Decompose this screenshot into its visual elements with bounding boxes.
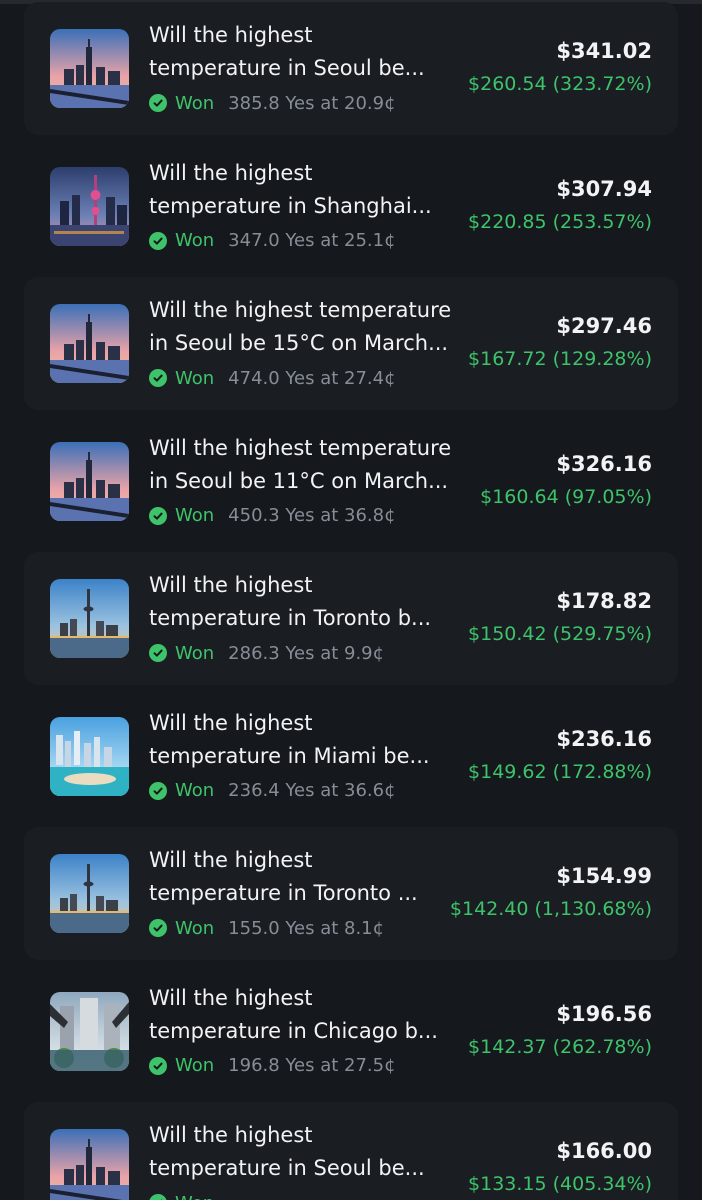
status-label: Won: [175, 642, 215, 664]
shares-detail: 385.8 Yes at 20.9¢: [228, 92, 396, 114]
position-value: $196.56: [556, 1001, 652, 1026]
position-row[interactable]: Will the highest temperature in Miami be.…: [24, 690, 678, 823]
check-circle-icon: [149, 369, 167, 387]
market-title-line-2: temperature in Toronto b...: [149, 606, 432, 630]
position-meta: Won 385.8 Yes at 20.9¢: [149, 91, 396, 115]
market-title-line-1: Will the highest: [149, 160, 313, 185]
status-label: Won: [175, 780, 215, 801]
market-title-line-1: Will the highest: [149, 710, 313, 735]
market-title-line-2: in Seoul be 15°C on March...: [149, 331, 449, 355]
market-title-line-2: temperature in Chicago b...: [149, 1018, 438, 1043]
profit-loss: $160.64 (97.05%): [480, 485, 652, 508]
market-title-line-2: temperature in Shanghai...: [149, 193, 432, 218]
profit-loss: $149.62 (172.88%): [468, 760, 652, 783]
seoul-city-icon: [50, 1129, 129, 1200]
position-row[interactable]: Will the highest temperature in Seoul be.…: [24, 2, 678, 135]
position-row[interactable]: Will the highest temperature in Seoul be …: [24, 415, 678, 548]
position-value: $166.00: [556, 1139, 652, 1163]
seoul-city-icon: [50, 441, 129, 521]
position-meta: Won 474.0 Yes at 27.4¢: [149, 366, 396, 390]
position-meta: Won: [149, 1191, 228, 1200]
profit-loss: $133.15 (405.34%): [468, 1173, 652, 1195]
market-title-line-2: temperature in Toronto ...: [149, 881, 418, 905]
market-title-line-1: Will the highest temperature: [149, 435, 452, 460]
shares-detail: 196.8 Yes at 27.5¢: [228, 1055, 396, 1076]
profit-loss: $260.54 (323.72%): [468, 73, 652, 95]
profit-loss: $150.42 (529.75%): [468, 623, 652, 645]
toronto-city-icon: [50, 854, 129, 933]
position-value: $307.94: [556, 176, 652, 201]
status-label: Won: [175, 1193, 214, 1200]
check-circle-icon: [149, 919, 167, 937]
check-circle-icon: [149, 94, 167, 112]
profit-loss: $142.37 (262.78%): [468, 1035, 652, 1058]
position-row[interactable]: Will the highest temperature in Toronto b…: [24, 552, 678, 685]
position-value: $297.46: [556, 314, 652, 338]
toronto-city-icon: [50, 579, 129, 658]
position-row[interactable]: Will the highest temperature in Shanghai.…: [24, 140, 678, 273]
position-row[interactable]: Will the highest temperature in Toronto .…: [24, 827, 678, 960]
status-label: Won: [175, 92, 215, 114]
status-label: Won: [175, 1055, 215, 1076]
check-circle-icon: [149, 1056, 167, 1075]
market-title-line-1: Will the highest: [149, 1123, 313, 1147]
shares-detail: 347.0 Yes at 25.1¢: [228, 230, 396, 251]
shanghai-city-icon: [50, 166, 129, 246]
market-title-line-2: in Seoul be 11°C on March...: [149, 468, 449, 493]
positions-screen: Will the highest temperature in Seoul be.…: [0, 0, 702, 1200]
profit-loss: $167.72 (129.28%): [468, 348, 652, 370]
position-value: $326.16: [556, 451, 652, 476]
position-row[interactable]: Will the highest temperature in Seoul be …: [24, 277, 678, 410]
profit-loss: $220.85 (253.57%): [468, 210, 652, 233]
position-value: $341.02: [556, 39, 652, 63]
shares-detail: 155.0 Yes at 8.1¢: [228, 917, 385, 939]
check-circle-icon: [149, 644, 167, 662]
market-title-line-2: temperature in Seoul be...: [149, 56, 425, 80]
position-value: $154.99: [556, 864, 652, 888]
market-title-line-2: temperature in Miami be...: [149, 743, 430, 768]
position-meta: Won 450.3 Yes at 36.8¢: [149, 504, 396, 528]
position-meta: Won 347.0 Yes at 25.1¢: [149, 229, 396, 253]
position-row[interactable]: Will the highest temperature in Chicago b…: [24, 965, 678, 1098]
market-title-line-1: Will the highest: [149, 985, 313, 1010]
position-meta: Won 155.0 Yes at 8.1¢: [149, 916, 384, 940]
check-circle-icon: [149, 506, 167, 525]
position-meta: Won 196.8 Yes at 27.5¢: [149, 1054, 396, 1078]
market-title-line-1: Will the highest: [149, 848, 313, 872]
check-circle-icon: [149, 781, 167, 800]
check-circle-icon: [149, 231, 167, 250]
chicago-city-icon: [50, 991, 129, 1071]
check-circle-icon: [149, 1194, 167, 1200]
seoul-city-icon: [50, 29, 129, 108]
seoul-city-icon: [50, 304, 129, 383]
position-value: $236.16: [556, 726, 652, 751]
shares-detail: 236.4 Yes at 36.6¢: [228, 780, 396, 801]
status-label: Won: [175, 917, 215, 939]
status-label: Won: [175, 230, 215, 251]
position-row[interactable]: Will the highest temperature in Seoul be.…: [24, 1102, 678, 1200]
shares-detail: 286.3 Yes at 9.9¢: [228, 642, 385, 664]
shares-detail: 450.3 Yes at 36.8¢: [228, 505, 396, 526]
position-meta: Won 236.4 Yes at 36.6¢: [149, 779, 396, 803]
market-title-line-1: Will the highest temperature: [149, 298, 452, 322]
profit-loss: $142.40 (1,130.68%): [449, 898, 652, 920]
market-title-line-1: Will the highest: [149, 573, 313, 597]
shares-detail: 474.0 Yes at 27.4¢: [228, 367, 396, 389]
position-value: $178.82: [556, 589, 652, 613]
miami-city-icon: [50, 716, 129, 796]
status-label: Won: [175, 505, 215, 526]
market-title-line-2: temperature in Seoul be...: [149, 1156, 425, 1180]
position-meta: Won 286.3 Yes at 9.9¢: [149, 641, 384, 665]
market-title-line-1: Will the highest: [149, 23, 313, 47]
status-label: Won: [175, 367, 215, 389]
